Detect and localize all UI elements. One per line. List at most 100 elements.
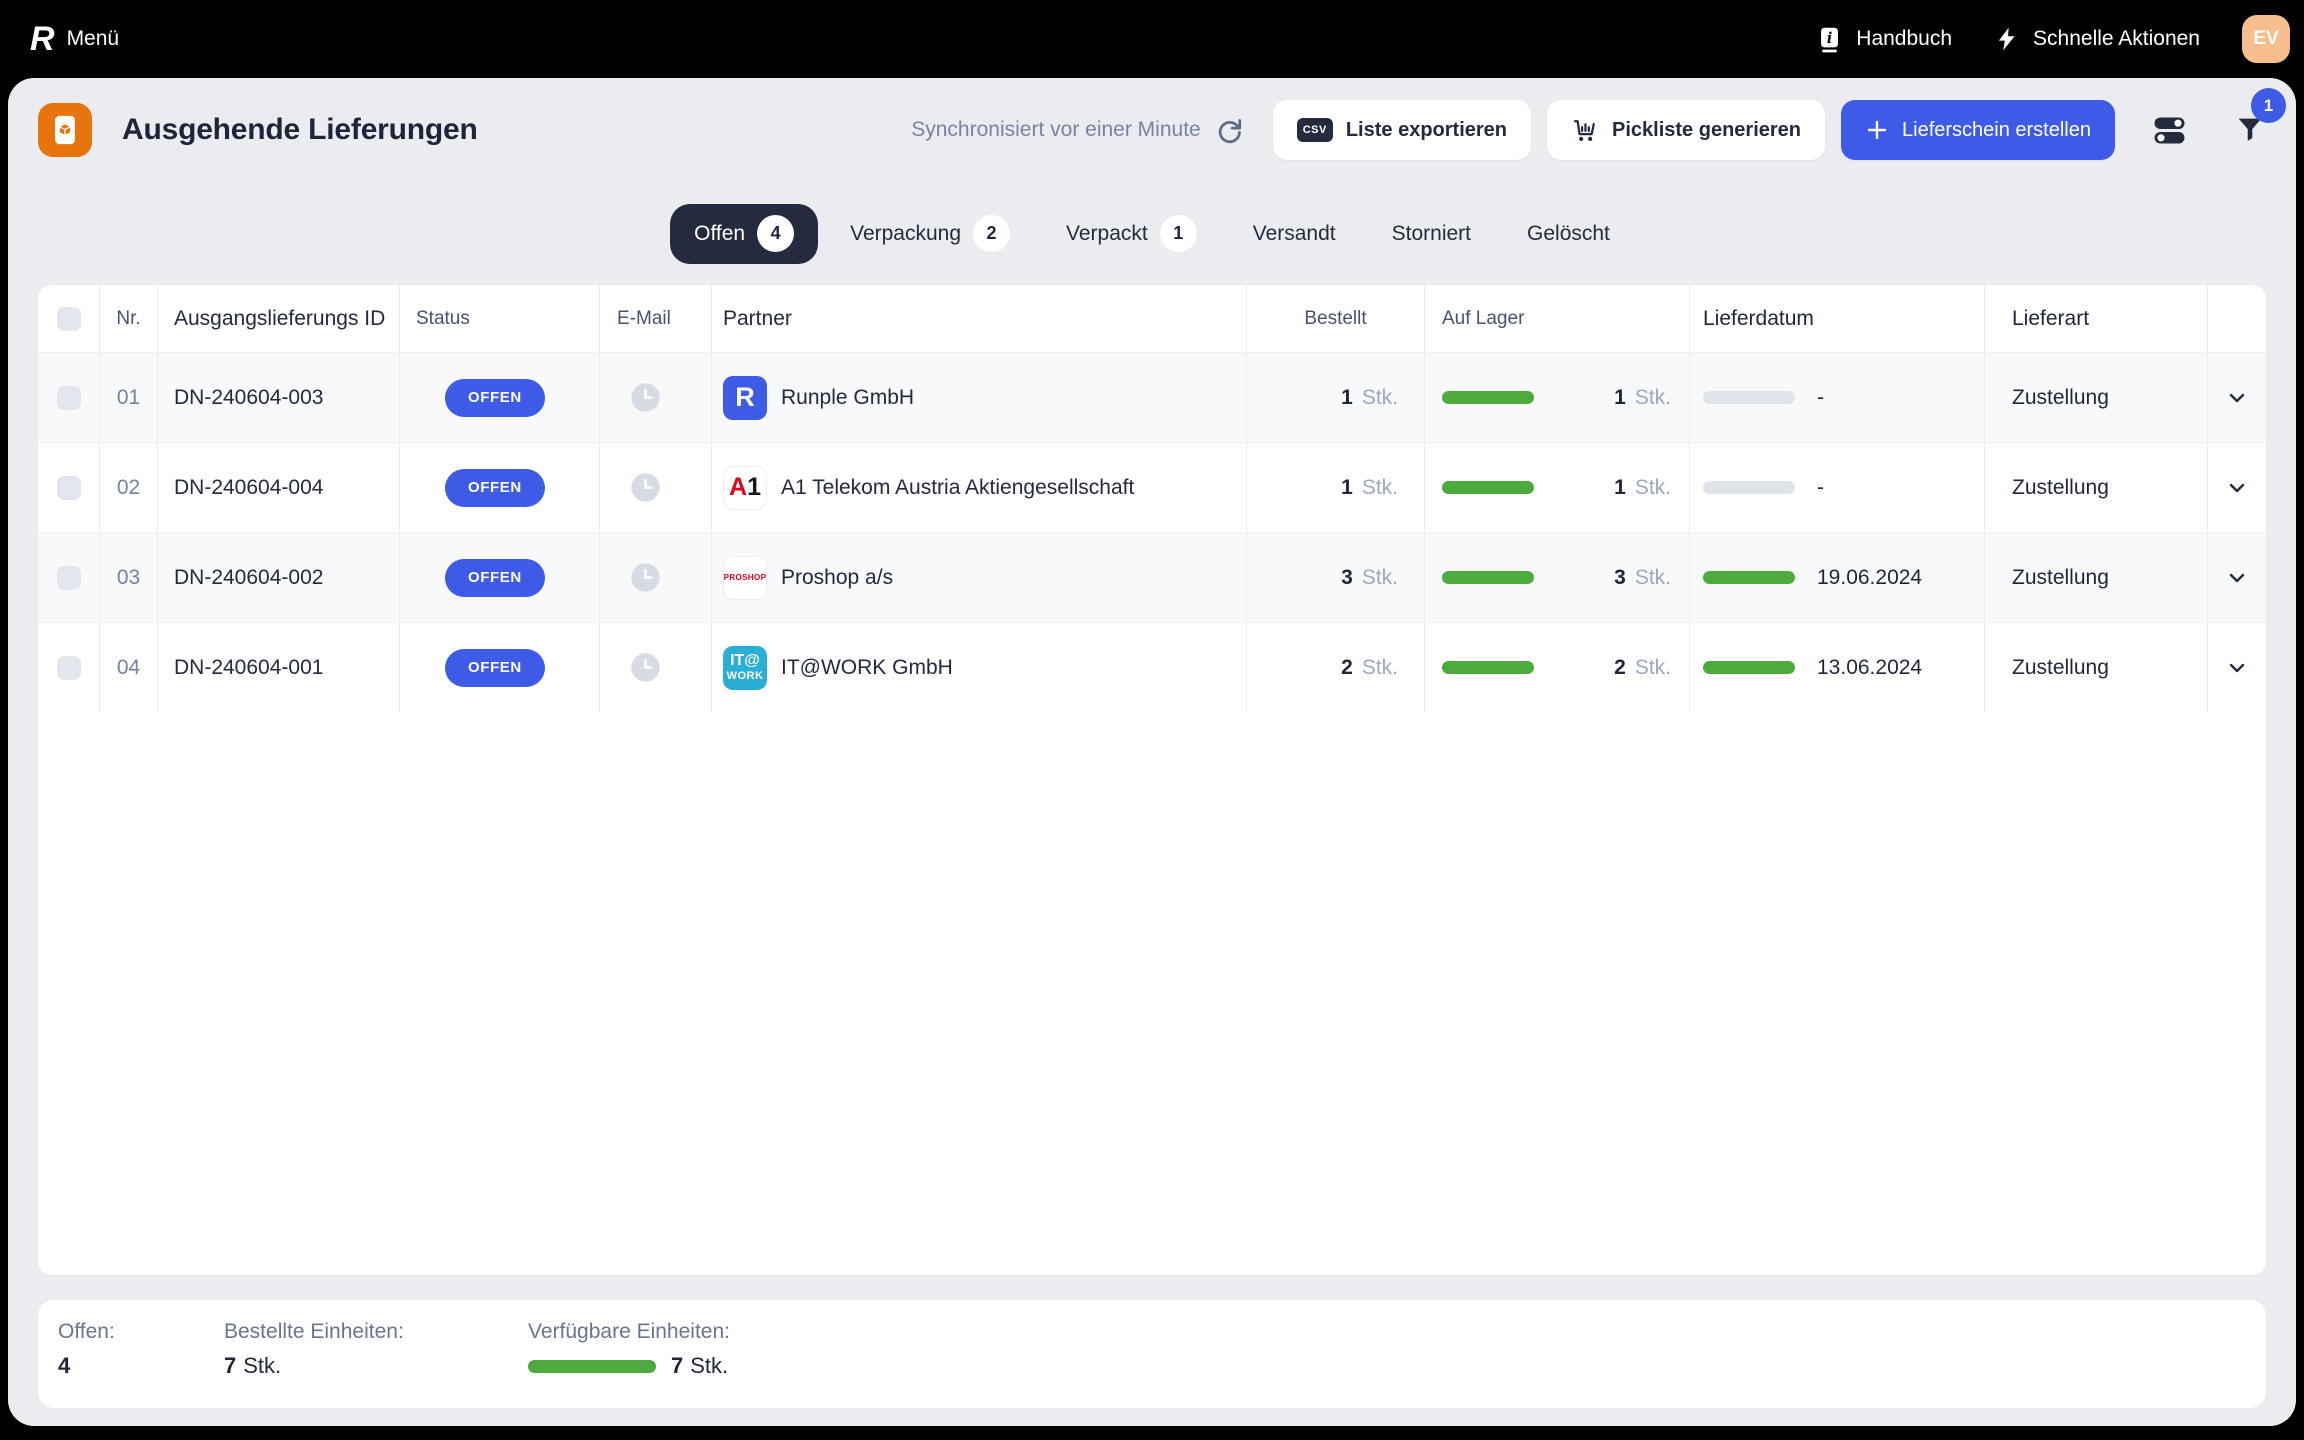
quick-actions-label: Schnelle Aktionen [2033, 27, 2200, 51]
expand-row-chevron-icon[interactable] [2225, 566, 2249, 590]
delivery-type: Zustellung [1985, 443, 2208, 532]
csv-icon: CSV [1297, 118, 1333, 142]
ordered-units-label: Bestellte Einheiten: [224, 1320, 528, 1344]
table-row[interactable]: 04 DN-240604-001 OFFEN IT@ WORK IT@WORK … [38, 622, 2266, 712]
tab-geloescht[interactable]: Gelöscht [1503, 204, 1634, 264]
status-badge: OFFEN [445, 379, 545, 417]
delivery-date: 13.06.2024 [1817, 656, 1922, 680]
avatar[interactable]: EV [2242, 15, 2290, 63]
refresh-button[interactable] [1215, 116, 1243, 144]
tab-label: Offen [694, 222, 745, 246]
column-header-status: Status [400, 285, 600, 352]
expand-row-chevron-icon[interactable] [2225, 386, 2249, 410]
lightning-icon [1994, 25, 2020, 53]
ordered-unit: Stk. [1362, 476, 1398, 500]
column-header-ordered: Bestellt [1247, 285, 1425, 352]
table-header-row: Nr. Ausgangslieferungs ID Status E-Mail … [38, 285, 2266, 352]
row-number: 02 [100, 443, 158, 532]
expand-row-chevron-icon[interactable] [2225, 656, 2249, 680]
delivery-date-progress-bar [1703, 571, 1795, 584]
column-header-id: Ausgangslieferungs ID [158, 285, 400, 352]
row-checkbox[interactable] [57, 386, 81, 410]
menu-label: Menü [67, 27, 120, 51]
summary-footer: Offen: 4 Bestellte Einheiten: 7 Stk. Ver… [38, 1300, 2266, 1408]
row-number: 03 [100, 533, 158, 622]
delivery-type: Zustellung [1985, 533, 2208, 622]
ordered-qty: 1 [1341, 386, 1353, 410]
main-panel: Ausgehende Lieferungen Synchronisiert vo… [8, 78, 2296, 1426]
table-row[interactable]: 03 DN-240604-002 OFFEN PROSHOP Proshop a… [38, 532, 2266, 622]
tab-offen[interactable]: Offen 4 [670, 204, 818, 264]
page-header: Ausgehende Lieferungen Synchronisiert vo… [38, 78, 2266, 182]
partner-logo-text: WORK [727, 671, 764, 682]
table-row[interactable]: 02 DN-240604-004 OFFEN A 1 A1 Telekom Au… [38, 442, 2266, 532]
row-checkbox[interactable] [57, 476, 81, 500]
export-list-button[interactable]: CSV Liste exportieren [1273, 100, 1531, 160]
cart-icon [1571, 116, 1599, 144]
status-tabs: Offen 4 Verpackung 2 Verpackt 1 Versandt… [38, 182, 2266, 285]
row-checkbox[interactable] [57, 656, 81, 680]
status-badge: OFFEN [445, 469, 545, 507]
tab-label: Verpackung [850, 222, 961, 246]
handbook-info-icon: i [1816, 26, 1843, 53]
partner-logo: PROSHOP [723, 556, 767, 600]
delivery-date: - [1817, 476, 1824, 500]
partner-name: Runple GmbH [781, 386, 914, 410]
tab-verpackung[interactable]: Verpackung 2 [826, 204, 1034, 264]
handbook-button[interactable]: i Handbuch [1816, 26, 1952, 53]
stock-unit: Stk. [1635, 386, 1671, 410]
column-header-date: Lieferdatum [1690, 285, 1985, 352]
create-delivery-note-button[interactable]: Lieferschein erstellen [1841, 100, 2115, 160]
partner-logo-text: PROSHOP [724, 574, 767, 582]
delivery-date-progress-bar [1703, 391, 1795, 404]
tab-storniert[interactable]: Storniert [1368, 204, 1495, 264]
ordered-unit: Stk. [1362, 566, 1398, 590]
delivery-id: DN-240604-001 [158, 623, 400, 712]
available-units-value: 7 [671, 1353, 683, 1379]
runple-logo-icon: R [30, 22, 53, 56]
sync-status: Synchronisiert vor einer Minute [911, 118, 1200, 142]
stock-qty: 1 [1614, 386, 1626, 410]
table-row[interactable]: 01 DN-240604-003 OFFEN R Runple GmbH 1 S… [38, 352, 2266, 442]
tab-versandt[interactable]: Versandt [1229, 204, 1360, 264]
tab-label: Verpackt [1066, 222, 1148, 246]
row-checkbox[interactable] [57, 566, 81, 590]
available-units-unit: Stk. [690, 1353, 728, 1379]
delivery-date-progress-bar [1703, 481, 1795, 494]
ordered-units-value: 7 [224, 1353, 236, 1379]
delivery-id: DN-240604-002 [158, 533, 400, 622]
ordered-qty: 1 [1341, 476, 1353, 500]
refresh-icon [1215, 116, 1243, 144]
handbook-label: Handbuch [1856, 27, 1952, 51]
filter-button[interactable]: 1 [2234, 114, 2266, 146]
deliveries-table: Nr. Ausgangslieferungs ID Status E-Mail … [38, 285, 2266, 1275]
partner-logo: IT@ WORK [723, 646, 767, 690]
column-header-actions [2208, 285, 2266, 352]
expand-row-chevron-icon[interactable] [2225, 476, 2249, 500]
tab-verpackt[interactable]: Verpackt 1 [1042, 204, 1221, 264]
tab-label: Versandt [1253, 222, 1336, 246]
toggles-icon [2151, 113, 2188, 147]
stock-qty: 2 [1614, 656, 1626, 680]
page-title: Ausgehende Lieferungen [122, 113, 478, 147]
delivery-type: Zustellung [1985, 623, 2208, 712]
column-settings-button[interactable] [2151, 113, 2188, 147]
partner-logo: R [723, 376, 767, 420]
email-pending-clock-icon [630, 382, 661, 413]
delivery-id: DN-240604-004 [158, 443, 400, 532]
menu-button[interactable]: R Menü [30, 22, 119, 56]
delivery-id: DN-240604-003 [158, 353, 400, 442]
delivery-date-progress-bar [1703, 661, 1795, 674]
partner-name: Proshop a/s [781, 566, 893, 590]
stock-progress-bar [1442, 661, 1534, 674]
generate-picklist-button[interactable]: Pickliste generieren [1547, 100, 1825, 160]
quick-actions-button[interactable]: Schnelle Aktionen [1994, 25, 2200, 53]
column-header-email: E-Mail [600, 285, 712, 352]
partner-logo-text: A [729, 475, 747, 500]
tab-label: Storniert [1392, 222, 1471, 246]
stock-qty: 1 [1614, 476, 1626, 500]
column-header-nr: Nr. [100, 285, 158, 352]
select-all-checkbox[interactable] [57, 307, 81, 331]
stock-qty: 3 [1614, 566, 1626, 590]
partner-logo-text: IT@ [730, 653, 760, 669]
